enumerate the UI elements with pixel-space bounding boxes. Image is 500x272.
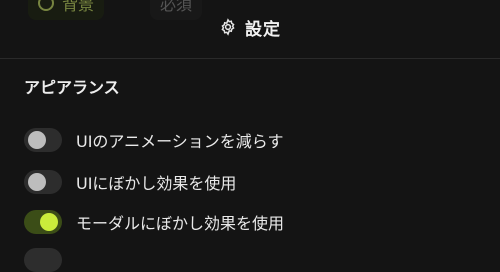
settings-header: 設定	[0, 6, 500, 48]
toggle-knob	[28, 173, 46, 191]
section-title-appearance: アピアランス	[24, 78, 120, 97]
setting-ui-blur[interactable]: UIにぼかし効果を使用	[24, 169, 236, 195]
setting-label: モーダルにぼかし効果を使用	[76, 214, 285, 233]
gear-icon	[221, 18, 235, 36]
toggle-knob	[40, 213, 58, 231]
next-setting-toggle[interactable]	[24, 248, 62, 272]
setting-label: UIのアニメーションを減らす	[76, 132, 284, 151]
toggle-knob	[28, 131, 46, 149]
setting-modal-blur[interactable]: モーダルにぼかし効果を使用	[24, 209, 284, 235]
ui-blur-toggle[interactable]	[24, 170, 62, 194]
reduce-animation-toggle[interactable]	[24, 128, 62, 152]
header-divider	[0, 58, 500, 59]
setting-label: UIにぼかし効果を使用	[76, 174, 237, 193]
setting-reduce-animation[interactable]: UIのアニメーションを減らす	[24, 127, 283, 153]
modal-blur-toggle[interactable]	[24, 210, 62, 234]
page-title: 設定	[245, 19, 281, 40]
